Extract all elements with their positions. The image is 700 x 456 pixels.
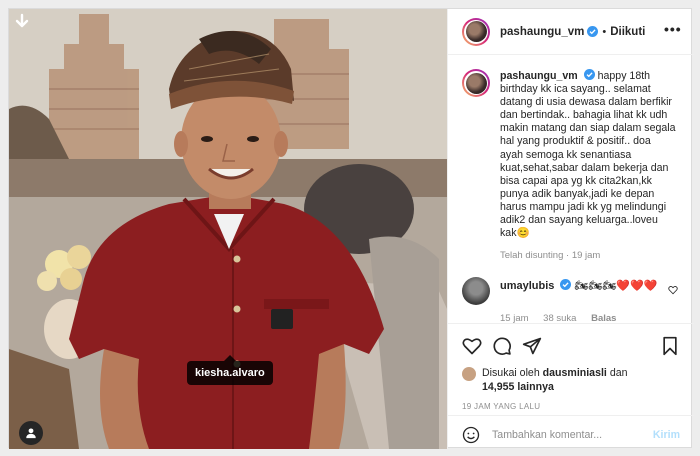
action-icons-row (448, 324, 694, 366)
commenter-username[interactable]: umaylubis (500, 280, 554, 292)
follow-status-button[interactable]: Diikuti (610, 26, 645, 38)
caption-meta: Telah disunting · 19 jam (500, 250, 601, 262)
post-side-panel: pashaungu_vm • Diikuti ••• pashaungu_vm … (447, 9, 694, 449)
verified-badge-icon (560, 279, 572, 291)
caption-username[interactable]: pashaungu_vm (500, 70, 578, 82)
actions-section: Disukai oleh dausminiasli dan 14,955 lai… (448, 323, 694, 453)
page-frame: kiesha.alvaro pashaungu_vm • Diikuti •••… (0, 0, 700, 456)
caption-text-block: pashaungu_vm happy 18th birthday kk ica … (500, 69, 676, 240)
post-photo[interactable]: kiesha.alvaro (9, 9, 447, 449)
post-card: kiesha.alvaro pashaungu_vm • Diikuti •••… (8, 8, 694, 449)
caption-body: happy 18th birthday kk ica sayang.. sela… (500, 70, 676, 240)
author-username[interactable]: pashaungu_vm (500, 26, 584, 38)
share-paper-plane-icon[interactable] (522, 336, 542, 356)
commenter-avatar[interactable] (462, 277, 490, 306)
author-avatar[interactable] (462, 17, 490, 46)
caption-avatar[interactable] (462, 69, 490, 97)
comment-reply-button[interactable]: Balas (591, 313, 616, 323)
comment-item: umaylubis 🏍🏍🏍❤️❤️❤️ (462, 277, 680, 306)
tagged-users-button[interactable] (19, 421, 43, 445)
download-arrow-icon[interactable] (13, 13, 31, 31)
comment-text-block: umaylubis 🏍🏍🏍❤️❤️❤️ (500, 279, 658, 305)
verified-badge-icon (587, 26, 599, 37)
like-heart-icon[interactable] (462, 336, 482, 356)
comments-section: pashaungu_vm happy 18th birthday kk ica … (448, 55, 694, 323)
post-comment-button[interactable]: Kirim (653, 429, 680, 441)
likes-count[interactable]: 14,955 lainnya (482, 381, 554, 393)
likes-prefix: Disukai oleh (482, 367, 540, 379)
caption-row: pashaungu_vm happy 18th birthday kk ica … (462, 69, 680, 240)
comment-likes-count[interactable]: 38 suka (543, 313, 576, 323)
header-separator: • (602, 25, 607, 38)
liker-username[interactable]: dausminiasli (543, 367, 607, 379)
verified-badge-icon (583, 69, 595, 80)
likes-text: Disukai oleh dausminiasli dan 14,955 lai… (482, 366, 628, 394)
comment-time: 15 jam (500, 313, 529, 323)
comment-bubble-icon[interactable] (492, 336, 512, 356)
liker-avatar[interactable] (462, 367, 476, 381)
user-tag-label[interactable]: kiesha.alvaro (187, 355, 273, 385)
post-header: pashaungu_vm • Diikuti ••• (448, 9, 694, 55)
likes-summary: Disukai oleh dausminiasli dan 14,955 lai… (448, 366, 694, 394)
post-timestamp[interactable]: 19 JAM YANG LALU (448, 394, 694, 411)
comment-meta: 15 jam 38 suka Balas (500, 313, 680, 323)
emoji-smiley-icon[interactable] (462, 426, 480, 444)
comment-input[interactable] (492, 428, 642, 441)
comment-body: 🏍🏍🏍❤️❤️❤️ (574, 280, 658, 293)
likes-and: dan (609, 367, 628, 379)
more-options-icon[interactable]: ••• (664, 22, 681, 39)
save-bookmark-icon[interactable] (660, 336, 680, 356)
comment-like-heart-icon[interactable] (668, 285, 678, 295)
person-icon (26, 428, 36, 439)
add-comment-bar: Kirim (448, 415, 694, 453)
